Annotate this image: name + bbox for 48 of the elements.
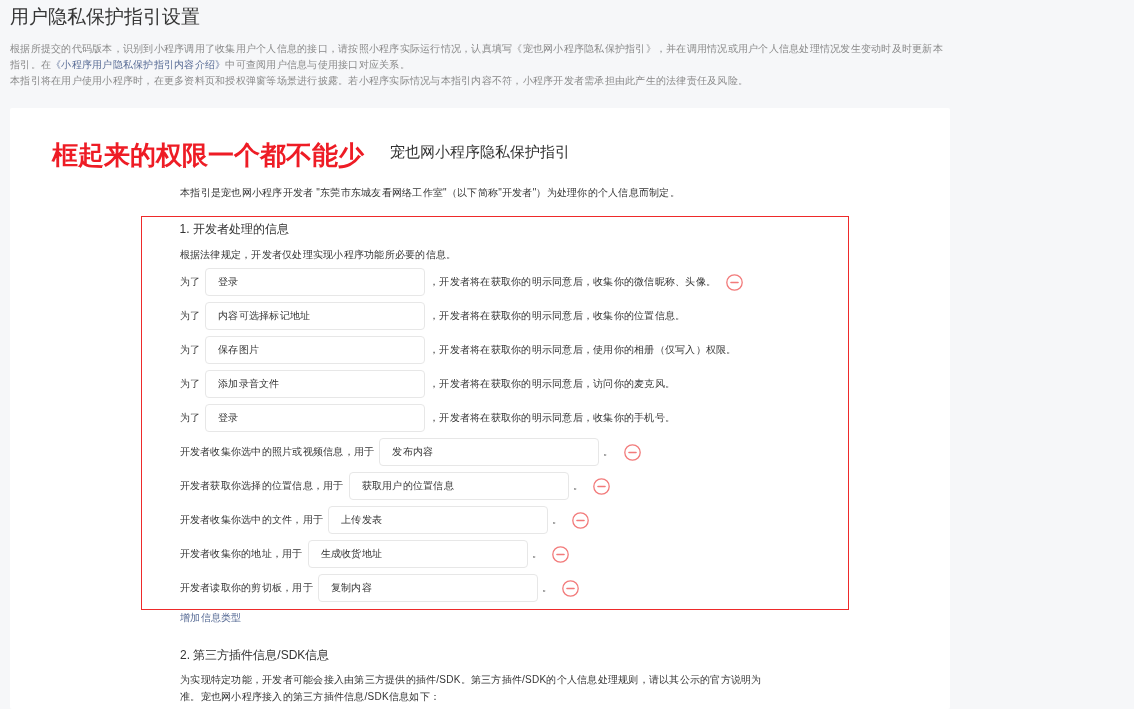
purpose-input[interactable]: 添加录音文件 [205,370,425,398]
row-suffix-text: ，开发者将在获取你的明示同意后，访问你的麦克风。 [429,377,675,391]
row-prefix-text: 为了 [179,275,200,289]
row-prefix-text: 为了 [179,309,200,323]
row-suffix-text: ，开发者将在获取你的明示同意后，使用你的相册（仅写入）权限。 [429,343,737,357]
purpose-input[interactable]: 登录 [205,268,425,296]
intro-text: 本指引将在用户使用小程序时，在更多资料页和授权弹窗等场景进行披露。若小程序实际情况与本指引内容不符，小程序开发者需承担由此产生的法律责任及风险。 [10,74,749,88]
purpose-input[interactable]: 复制内容 [317,574,538,602]
purpose-input[interactable]: 发布内容 [379,438,600,466]
row-prefix-text: 为了 [179,377,200,391]
row-prefix-text: 为了 [179,343,200,357]
minus-circle-icon[interactable] [623,443,641,461]
minus-circle-icon[interactable] [562,579,579,597]
minus-circle-icon[interactable] [572,511,590,529]
purpose-input[interactable]: 生成收货地址 [307,540,528,568]
guide-title: 宠也网小程序隐私保护指引 [390,142,570,162]
purpose-input[interactable]: 上传发表 [328,506,548,534]
section-description: 根据法律规定，开发者仅处理实现小程序功能所必要的信息。 [179,248,458,262]
purpose-input[interactable]: 登录 [205,404,425,432]
minus-circle-icon[interactable] [592,477,610,495]
row-prefix-text: 为了 [179,411,200,425]
row-suffix-text: ，开发者将在获取你的明示同意后，收集你的手机号。 [429,411,675,425]
guide-preamble: 本指引是宠也网小程序开发者 "东莞市东城友看网络工作室"（以下简称"开发者"）为处理你的个人信息而制定。 [180,186,680,200]
row-prefix-text: 开发者收集你选中的文件，用于 [179,513,323,527]
row-prefix-text: 开发者收集你的地址，用于 [179,547,303,561]
page-title: 用户隐私保护指引设置 [10,5,200,29]
add-info-type-link[interactable]: 增加信息类型 [180,610,242,626]
annotation-label: 框起来的权限一个都不能少 [52,139,364,172]
row-prefix-text: 开发者读取你的剪切板，用于 [179,581,313,595]
purpose-input[interactable]: 内容可选择标记地址 [205,302,425,330]
intro-text: 根据所提交的代码版本，识别到小程序调用了收集用户个人信息的接口，请按照小程序实际运行情况，认真填写《宠也网小程序隐私保护指引》，并在调用情况或用户个人信息处理情况发生变动时及时更新本指引。在《小程序用户隐私保护指引内容介绍》中可查阅用户信息与使用接口对应关系。 [10,42,944,72]
row-suffix-text: ，开发者将在获取你的明示同意后，收集你的微信昵称、头像。 [429,275,716,289]
section-heading: 2. 第三方插件信息/SDK信息 [180,647,331,664]
row-prefix-text: 开发者获取你选择的位置信息，用于 [179,479,344,493]
row-suffix-text: 。 [531,547,542,561]
minus-circle-icon[interactable] [551,545,569,563]
minus-circle-icon[interactable] [726,273,743,291]
row-suffix-text: ，开发者将在获取你的明示同意后，收集你的位置信息。 [429,309,686,323]
purpose-input[interactable]: 获取用户的位置信息 [348,472,569,500]
row-suffix-text: 。 [572,479,583,493]
guide-intro-link[interactable]: 《小程序用户隐私保护指引内容介绍》 [51,59,226,70]
row-suffix-text: 。 [552,513,563,527]
row-suffix-text: 。 [603,445,614,459]
row-suffix-text: 。 [541,581,552,595]
section-description: 为实现特定功能，开发者可能会接入由第三方提供的插件/SDK。第三方插件/SDK的个人信息处理规则，请以其公示的官方说明为准。宠也网小程序接入的第三方插件信息/SDK信息如下： [180,673,763,704]
section-heading: 1. 开发者处理的信息 [179,221,290,238]
row-prefix-text: 开发者收集你选中的照片或视频信息，用于 [179,445,375,459]
purpose-input[interactable]: 保存图片 [205,336,425,364]
